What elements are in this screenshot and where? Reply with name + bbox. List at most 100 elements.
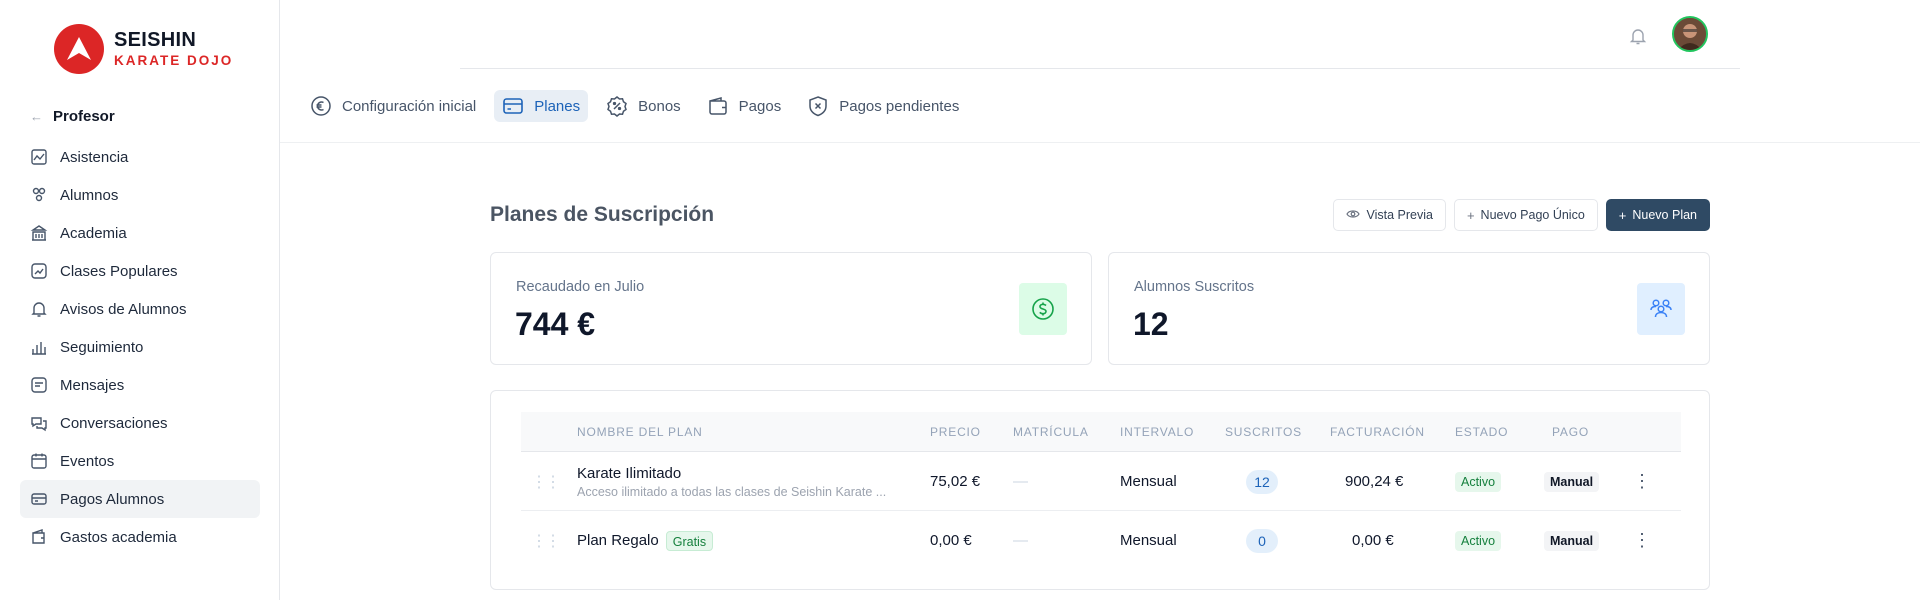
sidebar-item-label: Conversaciones (60, 414, 168, 432)
free-tag-badge: Gratis (665, 530, 714, 551)
sidebar-item-gastos-academia[interactable]: Gastos academia (20, 518, 260, 556)
tab-label: Configuración inicial (342, 97, 477, 115)
drag-handle-icon[interactable]: ⋮⋮ (531, 472, 561, 492)
chat-icon (31, 417, 47, 432)
plan-name: Plan Regalo (577, 532, 659, 549)
back-to-profesor-link[interactable]: ← Profesor (30, 106, 115, 126)
discount-icon (607, 96, 628, 117)
sidebar-item-label: Pagos Alumnos (60, 490, 165, 508)
stat-card-recaudado: Recaudado en Julio 744 € (490, 252, 1092, 365)
app-root: SEISHIN KARATE DOJO ← Profesor Asistenci… (0, 0, 1920, 600)
sidebar-item-seguimiento[interactable]: Seguimiento (20, 328, 260, 366)
column-header-pago[interactable]: Pago (1552, 412, 1589, 452)
sidebar-item-clases-populares[interactable]: Clases Populares (20, 252, 260, 290)
tab-planes[interactable]: Planes (494, 90, 589, 122)
sidebar-nav: Asistencia Alumnos Academia Clases Popul… (20, 138, 260, 556)
stat-label: Recaudado en Julio (516, 279, 645, 295)
credit-card-icon (503, 98, 524, 114)
back-link-label: Profesor (53, 107, 115, 125)
sidebar-item-label: Mensajes (60, 376, 125, 394)
plan-billing: 900,24 € (1345, 473, 1404, 490)
users-icon (1637, 283, 1685, 335)
tab-label: Planes (534, 97, 581, 115)
trending-icon (31, 263, 47, 279)
stat-card-alumnos-suscritos: Alumnos Suscritos 12 (1108, 252, 1710, 365)
message-icon (31, 377, 47, 393)
column-header-intervalo[interactable]: Intervalo (1120, 412, 1194, 452)
sidebar-item-avisos[interactable]: Avisos de Alumnos (20, 290, 260, 328)
sidebar-item-label: Academia (60, 224, 127, 242)
sidebar-item-eventos[interactable]: Eventos (20, 442, 260, 480)
payment-method-badge: Manual (1544, 530, 1600, 551)
tab-pagos[interactable]: Pagos (699, 90, 790, 122)
status-badge: Activo (1455, 471, 1502, 492)
bell-icon (31, 302, 47, 317)
eye-icon (1346, 207, 1361, 224)
plan-price: 75,02 € (930, 473, 981, 490)
sidebar-item-asistencia[interactable]: Asistencia (20, 138, 260, 176)
stat-value: 12 (1133, 306, 1169, 342)
tab-configuracion-inicial[interactable]: Configuración inicial (302, 90, 484, 122)
new-plan-label: Nuevo Plan (1632, 208, 1697, 222)
subscribers-count: 12 (1246, 469, 1278, 494)
sidebar-item-academia[interactable]: Academia (20, 214, 260, 252)
arrow-left-icon: ← (30, 108, 43, 124)
bar-chart-icon (32, 342, 46, 355)
euro-icon (311, 96, 331, 116)
tab-pagos-pendientes[interactable]: Pagos pendientes (799, 90, 967, 122)
column-header-suscritos[interactable]: Suscritos (1225, 412, 1302, 452)
tab-label: Pagos (738, 97, 782, 115)
table-row[interactable]: ⋮⋮ Karate Ilimitado Acceso ilimitado a t… (521, 452, 1681, 511)
new-single-payment-button[interactable]: + Nuevo Pago Único (1453, 199, 1598, 231)
preview-button[interactable]: Vista Previa (1333, 199, 1446, 231)
table-header: Nombre del plan Precio Matrícula Interva… (521, 412, 1681, 452)
user-avatar[interactable] (1672, 16, 1708, 52)
tab-label: Pagos pendientes (839, 97, 960, 115)
wallet-icon (708, 97, 727, 115)
sidebar: SEISHIN KARATE DOJO ← Profesor Asistenci… (0, 0, 280, 600)
sidebar-item-label: Avisos de Alumnos (60, 300, 187, 318)
sidebar-item-label: Clases Populares (60, 262, 178, 280)
plan-interval: Mensual (1120, 473, 1177, 490)
dollar-circle-icon (1019, 283, 1067, 335)
sidebar-item-mensajes[interactable]: Mensajes (20, 366, 260, 404)
status-badge: Activo (1455, 530, 1502, 551)
column-header-matricula[interactable]: Matrícula (1013, 412, 1089, 452)
drag-handle-icon[interactable]: ⋮⋮ (531, 531, 561, 551)
more-options-icon[interactable]: ⋮ (1633, 530, 1651, 551)
sidebar-item-label: Alumnos (60, 186, 119, 204)
column-header-nombre[interactable]: Nombre del plan (577, 412, 703, 452)
plan-interval: Mensual (1120, 532, 1177, 549)
plus-icon: + (1618, 207, 1627, 223)
plan-enrollment: — (1013, 532, 1028, 549)
plan-description: Acceso ilimitado a todas las clases de S… (577, 484, 887, 499)
plan-name: Karate Ilimitado (577, 464, 682, 482)
plans-table: Nombre del plan Precio Matrícula Interva… (490, 390, 1710, 590)
topbar-divider (460, 68, 1740, 69)
brand-logo[interactable]: SEISHIN KARATE DOJO (54, 24, 233, 74)
shield-x-icon (809, 96, 827, 117)
tabs-divider (280, 142, 1920, 143)
page-actions: Vista Previa + Nuevo Pago Único + Nuevo … (1325, 199, 1710, 231)
tab-bonos[interactable]: Bonos (598, 90, 689, 122)
payments-tabs: Configuración inicial Planes Bonos Pagos… (302, 90, 977, 122)
notifications-bell-icon[interactable] (1628, 26, 1648, 46)
sidebar-item-alumnos[interactable]: Alumnos (20, 176, 260, 214)
sidebar-item-pagos-alumnos[interactable]: Pagos Alumnos (20, 480, 260, 518)
sidebar-item-conversaciones[interactable]: Conversaciones (20, 404, 260, 442)
plan-enrollment: — (1013, 473, 1028, 490)
more-options-icon[interactable]: ⋮ (1633, 471, 1651, 492)
new-single-payment-label: Nuevo Pago Único (1480, 208, 1585, 222)
preview-button-label: Vista Previa (1366, 208, 1433, 222)
new-plan-button[interactable]: + Nuevo Plan (1605, 199, 1710, 231)
plus-icon: + (1466, 207, 1475, 223)
column-header-estado[interactable]: Estado (1455, 412, 1508, 452)
sidebar-item-label: Eventos (60, 452, 115, 470)
calendar-icon (31, 453, 47, 469)
column-header-facturacion[interactable]: Facturación (1330, 412, 1425, 452)
credit-card-icon (31, 493, 47, 505)
table-row[interactable]: ⋮⋮ Plan Regalo Gratis 0,00 € — Mensual 0… (521, 511, 1681, 570)
page-title: Planes de Suscripción (490, 203, 715, 226)
column-header-precio[interactable]: Precio (930, 412, 981, 452)
plan-price: 0,00 € (930, 532, 972, 549)
